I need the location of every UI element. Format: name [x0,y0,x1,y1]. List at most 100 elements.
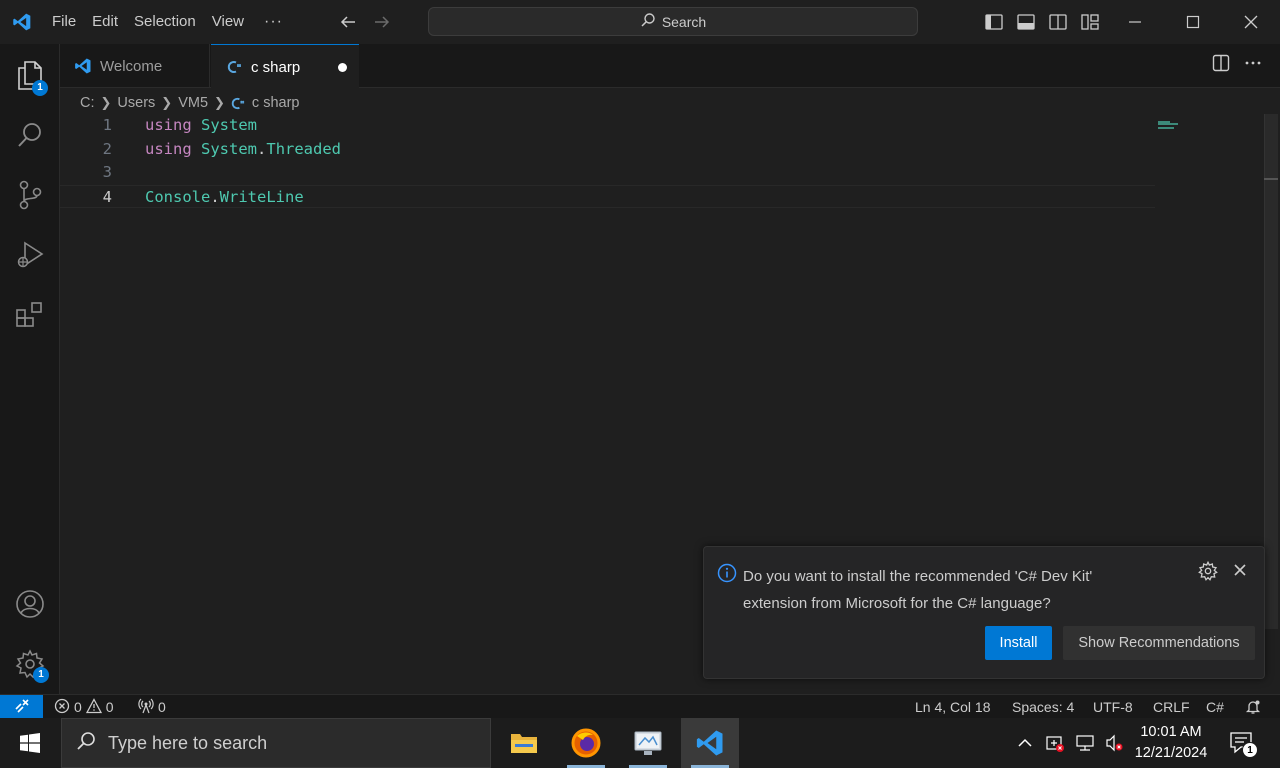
status-bar: 0 0 0 Ln 4, Col 18 Spaces: 4 UTF-8 CRLF … [0,694,1280,719]
file-explorer-icon[interactable] [495,718,553,768]
breadcrumb-file[interactable]: c sharp [252,95,300,111]
gear-icon[interactable] [1198,560,1218,586]
run-and-debug-icon[interactable] [0,230,60,280]
close-icon[interactable] [1232,562,1248,583]
chevron-right-icon: ❯ [100,95,112,110]
line-number: 4 [102,188,112,206]
code-token: using [145,140,192,158]
security-status-icon[interactable] [1042,718,1068,768]
line-endings[interactable]: CRLF [1153,695,1190,719]
volume-muted-icon[interactable] [1101,718,1127,768]
code-token: using [145,116,192,134]
minimize-window-icon[interactable] [1106,0,1164,44]
tab-c-sharp[interactable]: c sharp [211,44,359,89]
cursor-position[interactable]: Ln 4, Col 18 [915,695,991,719]
install-button[interactable]: Install [985,626,1052,660]
toggle-secondary-sidebar-icon[interactable] [1042,6,1074,38]
tab-welcome[interactable]: Welcome [60,44,210,88]
breadcrumb-users[interactable]: Users [117,95,155,111]
code-token: Console [145,188,211,206]
remote-window-button[interactable] [0,695,43,719]
chevron-up-icon[interactable] [1012,718,1038,768]
unsaved-dot-icon[interactable] [338,62,347,72]
editor-tab-bar: Welcome c sharp [60,44,1280,89]
warning-icon [85,697,102,717]
vscode-taskbar-icon[interactable] [681,718,739,768]
code-line[interactable]: 1 using System [60,114,1155,137]
firefox-icon[interactable] [557,718,615,768]
notification-line-1: Do you want to install the recommended '… [743,568,1093,585]
menu-view[interactable]: View [204,8,252,36]
manage-gear-icon[interactable]: 1 [0,639,60,689]
notification-count-badge: 1 [1242,742,1258,758]
scrollbar-position-marker [1264,178,1278,180]
vscode-logo-icon [74,57,92,75]
action-center-icon[interactable]: 1 [1222,718,1262,768]
csharp-file-icon [231,96,246,111]
back-arrow-icon[interactable] [337,11,359,33]
extensions-icon[interactable] [0,290,60,340]
indentation[interactable]: Spaces: 4 [1012,695,1074,719]
customize-layout-icon[interactable] [1074,6,1106,38]
code-token: System [201,140,258,158]
clock-date: 12/21/2024 [1134,745,1208,761]
windows-start-icon[interactable] [0,718,60,768]
line-content: Console.WriteLine [145,186,304,207]
vscode-logo-icon [0,0,44,44]
line-number: 1 [102,116,112,134]
minimap[interactable] [1158,116,1180,129]
show-recommendations-button[interactable]: Show Recommendations [1063,626,1255,660]
code-token: WriteLine [219,188,304,206]
notifications-bell-icon[interactable] [1245,695,1261,719]
search-icon [640,12,656,31]
clock-time: 10:01 AM [1140,724,1202,740]
explorer-badge: 1 [32,80,48,96]
search-icon [76,731,96,756]
error-icon [54,698,70,717]
close-window-icon[interactable] [1222,0,1280,44]
remote-desktop-icon[interactable] [619,718,677,768]
search-view-icon[interactable] [0,110,60,160]
line-number: 2 [102,140,112,158]
taskbar-clock[interactable]: 10:01 AM 12/21/2024 [1130,722,1212,764]
vertical-scrollbar[interactable] [1264,114,1278,629]
more-actions-icon[interactable] [1244,54,1262,77]
menu-file[interactable]: File [44,8,84,36]
network-icon[interactable] [1072,718,1098,768]
activity-bar: 1 1 [0,44,60,694]
remote-icon [13,698,31,717]
title-bar: File Edit Selection View ··· Search [0,0,1280,44]
code-token: Threaded [266,140,342,158]
code-line[interactable]: 4 Console.WriteLine [60,185,1155,208]
chevron-right-icon: ❯ [161,95,173,110]
explorer-icon[interactable]: 1 [0,50,60,100]
breadcrumb-drive[interactable]: C: [80,95,95,111]
info-icon [717,563,737,588]
breadcrumb-vm5[interactable]: VM5 [178,95,208,111]
accounts-icon[interactable] [0,579,60,629]
menu-edit[interactable]: Edit [84,8,126,36]
toggle-panel-icon[interactable] [1010,6,1042,38]
problems-indicator[interactable]: 0 0 [54,695,114,719]
forward-arrow-icon[interactable] [371,11,393,33]
split-editor-icon[interactable] [1212,54,1230,77]
csharp-file-icon [227,59,243,75]
language-mode[interactable]: C# [1206,695,1224,719]
notification-line-2: extension from Microsoft for the C# lang… [743,595,1051,612]
taskbar-search-box[interactable]: Type here to search [61,718,491,768]
encoding[interactable]: UTF-8 [1093,695,1133,719]
maximize-window-icon[interactable] [1164,0,1222,44]
ports-indicator[interactable]: 0 [138,695,166,719]
toggle-primary-sidebar-icon[interactable] [978,6,1010,38]
code-line[interactable]: 3 [60,161,1155,184]
warning-count: 0 [105,699,114,715]
settings-badge: 1 [33,667,49,683]
menu-more-button[interactable]: ··· [252,8,295,36]
source-control-icon[interactable] [0,170,60,220]
tab-c-sharp-label: c sharp [251,58,301,76]
menu-selection[interactable]: Selection [126,8,204,36]
code-line[interactable]: 2 using System.Threaded [60,138,1155,161]
command-center-search[interactable]: Search [428,7,918,36]
line-content: using System.Threaded [145,138,341,161]
